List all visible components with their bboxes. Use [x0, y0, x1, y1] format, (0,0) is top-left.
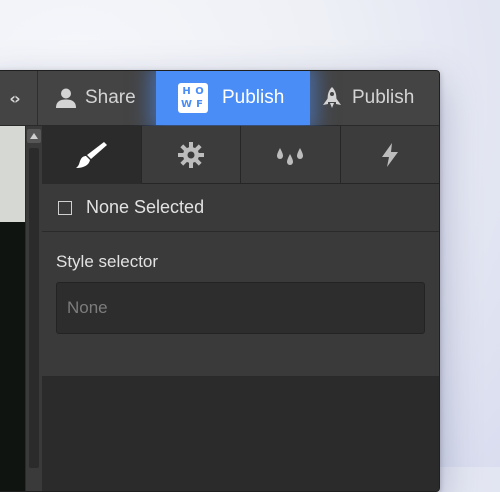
style-selector-input[interactable]	[56, 282, 425, 334]
rocket-icon	[323, 87, 341, 108]
toolbar-divider	[37, 71, 38, 125]
scroll-thumb[interactable]	[29, 148, 39, 468]
design-canvas[interactable]	[0, 126, 25, 491]
share-button[interactable]: Share	[45, 71, 165, 125]
publish-button[interactable]: H O W F Publish	[156, 71, 310, 125]
publish-secondary-button[interactable]: Publish	[321, 71, 439, 125]
style-selector-label: Style selector	[56, 252, 159, 271]
drops-icon	[277, 147, 304, 165]
code-toggle-button[interactable]: ‹›	[1, 71, 27, 125]
logo-letter: F	[196, 98, 203, 110]
tab-interactions[interactable]	[241, 126, 341, 183]
code-chevrons-icon: ‹›	[9, 88, 20, 108]
canvas-scrollbar[interactable]	[25, 126, 42, 491]
publish-secondary-label: Publish	[352, 87, 415, 108]
style-selector-section: Style selector	[42, 232, 439, 377]
paintbrush-icon	[76, 141, 108, 168]
publish-label: Publish	[222, 87, 285, 108]
style-panel: None Selected Style selector	[42, 126, 439, 491]
howf-logo: H O W F	[178, 83, 208, 113]
logo-letter: W	[180, 98, 193, 110]
tab-actions[interactable]	[341, 126, 440, 183]
tab-style[interactable]	[42, 126, 142, 184]
triangle-up-icon	[30, 133, 38, 139]
scroll-up-arrow[interactable]	[27, 129, 41, 143]
share-label: Share	[85, 87, 136, 108]
app-window: ‹› Share H O W F Publish Publish None Se…	[0, 70, 440, 492]
logo-letter: H	[182, 85, 191, 97]
selection-section: None Selected	[42, 184, 439, 232]
tab-settings[interactable]	[142, 126, 241, 183]
canvas-preview	[0, 126, 25, 222]
logo-letter: O	[195, 85, 204, 97]
selection-label: None Selected	[86, 197, 205, 217]
top-bar: ‹› Share H O W F Publish Publish	[0, 71, 439, 126]
panel-tabs	[42, 126, 439, 184]
lightning-icon	[381, 142, 398, 167]
gear-icon	[177, 141, 204, 168]
selection-checkbox[interactable]	[58, 200, 72, 215]
user-icon	[56, 88, 76, 108]
